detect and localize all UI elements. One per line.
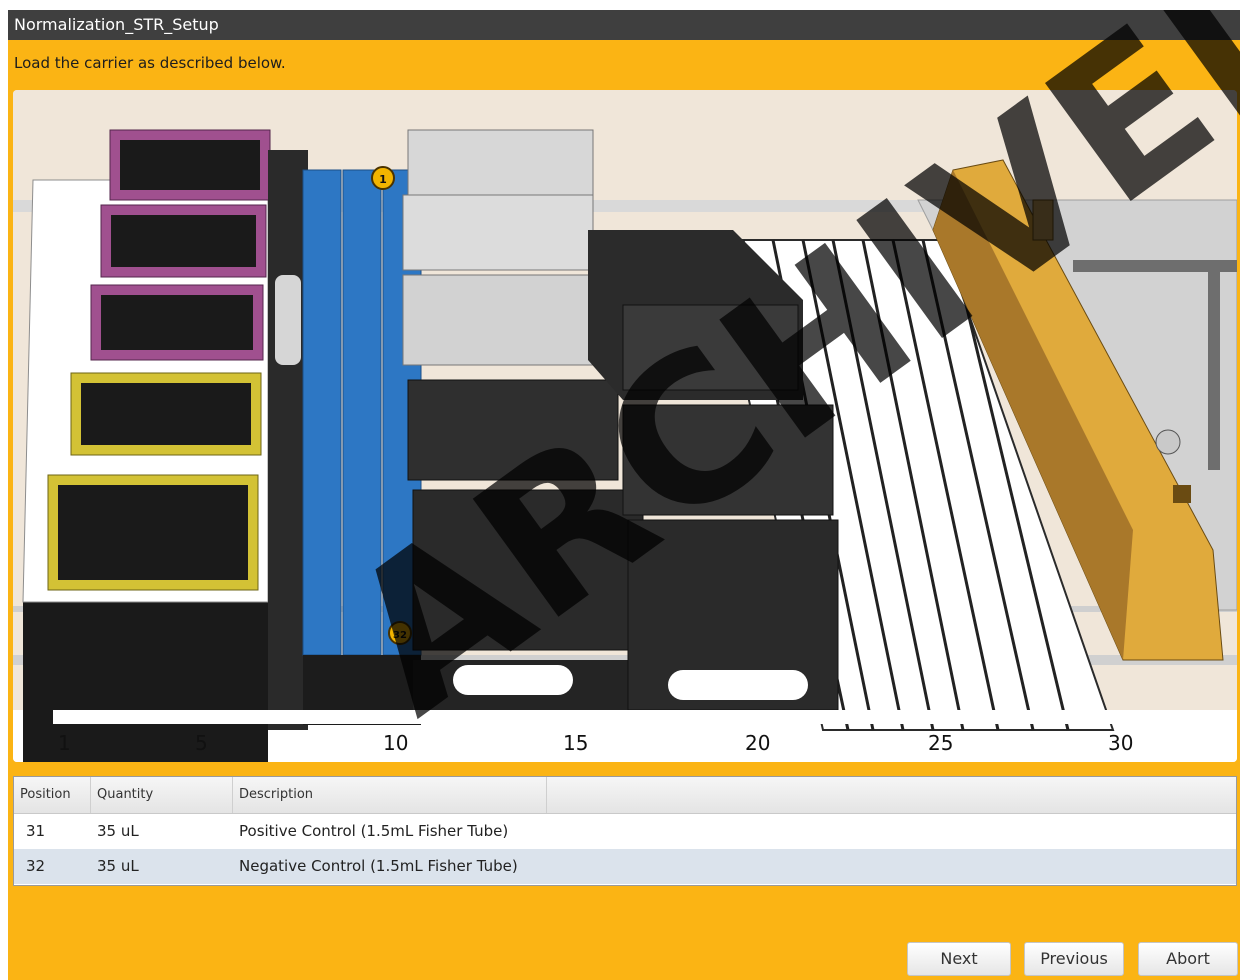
- column-header-quantity[interactable]: Quantity: [91, 777, 233, 813]
- window-title: Normalization_STR_Setup: [8, 10, 1240, 40]
- svg-text:32: 32: [393, 630, 407, 641]
- ruler-label: 1: [58, 731, 71, 755]
- abort-button[interactable]: Abort: [1138, 942, 1238, 976]
- position-marker-1: 1: [371, 166, 395, 190]
- previous-button[interactable]: Previous: [1024, 942, 1124, 976]
- svg-text:1: 1: [379, 173, 387, 186]
- next-button[interactable]: Next: [907, 942, 1011, 976]
- column-header-position[interactable]: Position: [14, 777, 91, 813]
- reagent-table: Position Quantity Description 31 35 uL P…: [13, 776, 1237, 886]
- ruler-label: 25: [928, 731, 953, 755]
- column-header-description[interactable]: Description: [233, 777, 547, 813]
- table-row[interactable]: 31 35 uL Positive Control (1.5mL Fisher …: [14, 814, 1236, 849]
- deck-illustration: 1 5 10 15 20 25 30 1 32: [13, 90, 1237, 762]
- cell-position: 32: [26, 857, 46, 875]
- instruction-text: Load the carrier as described below.: [14, 54, 286, 72]
- position-marker-32: 32: [388, 621, 412, 645]
- cell-position: 31: [26, 822, 46, 840]
- cell-quantity: 35 uL: [97, 857, 139, 875]
- cell-description: Negative Control (1.5mL Fisher Tube): [239, 857, 518, 875]
- ruler-label: 15: [563, 731, 588, 755]
- reagent-racks: [22, 129, 271, 762]
- app-window: Normalization_STR_Setup Load the carrier…: [8, 10, 1240, 980]
- ruler-label: 5: [195, 731, 208, 755]
- table-header: Position Quantity Description: [14, 777, 1236, 814]
- ruler-label: 10: [383, 731, 408, 755]
- ruler-label: 30: [1108, 731, 1133, 755]
- table-row[interactable]: 32 35 uL Negative Control (1.5mL Fisher …: [14, 849, 1236, 884]
- ruler-label: 20: [745, 731, 770, 755]
- cell-description: Positive Control (1.5mL Fisher Tube): [239, 822, 509, 840]
- cell-quantity: 35 uL: [97, 822, 139, 840]
- deck-layout-view: 1 5 10 15 20 25 30 1 32: [13, 90, 1237, 762]
